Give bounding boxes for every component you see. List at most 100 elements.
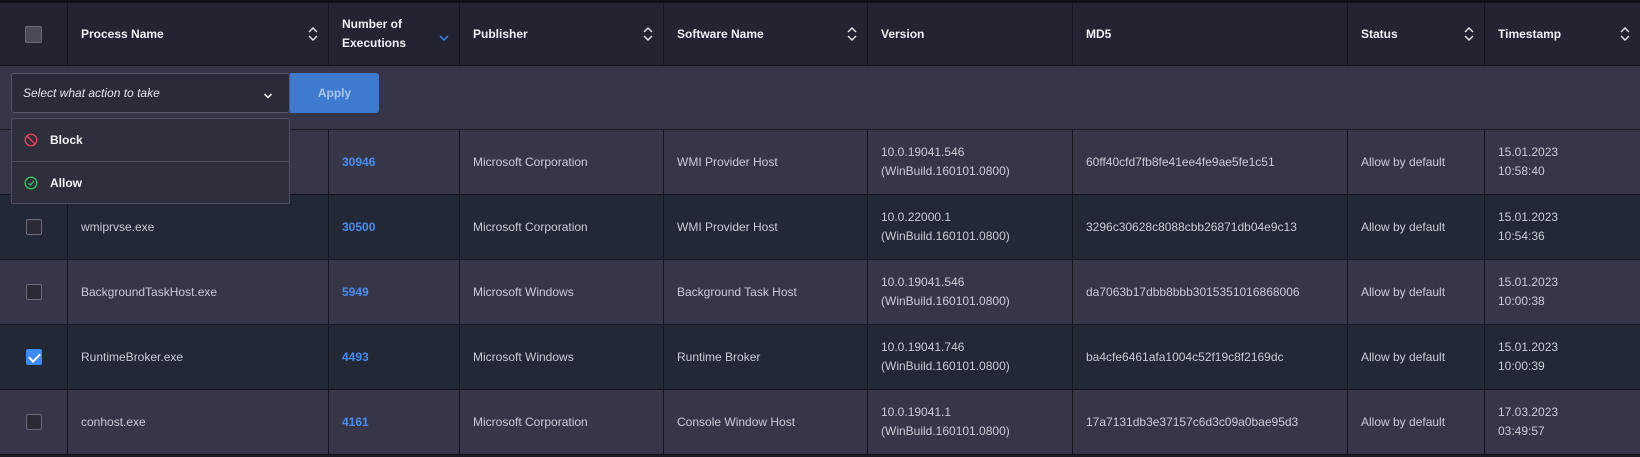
apply-button[interactable]: Apply xyxy=(290,73,379,113)
version-number: 10.0.19041.1 xyxy=(881,405,952,419)
row-checkbox[interactable] xyxy=(25,284,42,300)
software-name-cell: WMI Provider Host xyxy=(664,130,868,194)
executions-link[interactable]: 30946 xyxy=(342,153,375,172)
timestamp-time: 10:58:40 xyxy=(1498,164,1545,178)
column-header-publisher[interactable]: Publisher xyxy=(460,3,664,65)
row-checkbox[interactable] xyxy=(25,414,42,430)
column-header-process-name[interactable]: Process Name xyxy=(68,3,329,65)
column-header-label: Number of xyxy=(342,17,402,31)
version-cell: 10.0.22000.1 (WinBuild.160101.0800) xyxy=(868,195,1073,259)
sort-icon[interactable] xyxy=(643,26,653,42)
publisher-cell: Microsoft Corporation xyxy=(460,130,664,194)
timestamp-date: 17.03.2023 xyxy=(1498,405,1559,419)
timestamp-cell: 15.01.2023 10:00:38 xyxy=(1485,260,1640,324)
sort-icon[interactable] xyxy=(1620,26,1630,42)
version-cell: 10.0.19041.1 (WinBuild.160101.0800) xyxy=(868,390,1073,454)
sort-descending-icon[interactable] xyxy=(439,26,449,42)
menu-item-allow[interactable]: Allow xyxy=(12,161,289,203)
header-select-cell xyxy=(0,3,68,65)
process-name-cell: BackgroundTaskHost.exe xyxy=(68,260,329,324)
version-cell: 10.0.19041.746 (WinBuild.160101.0800) xyxy=(868,325,1073,389)
table-header: Process Name Number of Executions Publis… xyxy=(0,3,1640,66)
column-header-software-name[interactable]: Software Name xyxy=(664,3,868,65)
column-header-label: Publisher xyxy=(473,26,528,41)
column-header-label: Status xyxy=(1361,26,1398,41)
timestamp-date: 15.01.2023 xyxy=(1498,275,1559,289)
column-header-version[interactable]: Version xyxy=(868,3,1073,65)
timestamp-cell: 15.01.2023 10:54:36 xyxy=(1485,195,1640,259)
software-name-cell: Background Task Host xyxy=(664,260,868,324)
version-build: (WinBuild.160101.0800) xyxy=(881,424,1010,438)
timestamp-cell: 15.01.2023 10:00:39 xyxy=(1485,325,1640,389)
executions-link[interactable]: 5949 xyxy=(342,283,369,302)
column-header-executions[interactable]: Number of Executions xyxy=(329,3,460,65)
timestamp-date: 15.01.2023 xyxy=(1498,340,1559,354)
action-select[interactable]: Select what action to take xyxy=(11,73,290,113)
version-cell: 10.0.19041.546 (WinBuild.160101.0800) xyxy=(868,130,1073,194)
table-row[interactable]: BackgroundTaskHost.exe 5949 Microsoft Wi… xyxy=(0,260,1640,325)
version-number: 10.0.19041.546 xyxy=(881,275,965,289)
publisher-cell: Microsoft Corporation xyxy=(460,195,664,259)
version-number: 10.0.22000.1 xyxy=(881,210,952,224)
timestamp-time: 03:49:57 xyxy=(1498,424,1545,438)
version-number: 10.0.19041.746 xyxy=(881,340,965,354)
column-header-md5[interactable]: MD5 xyxy=(1073,3,1348,65)
status-cell: Allow by default xyxy=(1348,390,1485,454)
column-header-label: Timestamp xyxy=(1498,26,1562,41)
software-name-cell: WMI Provider Host xyxy=(664,195,868,259)
column-header-label: Version xyxy=(881,26,925,41)
md5-cell: 3296c30628c8088cbb26871db04e9c13 xyxy=(1073,195,1348,259)
action-select-placeholder: Select what action to take xyxy=(23,86,160,100)
block-icon xyxy=(24,133,38,147)
process-name-cell: conhost.exe xyxy=(68,390,329,454)
executions-link[interactable]: 30500 xyxy=(342,218,375,237)
column-header-label: Process Name xyxy=(81,26,164,41)
timestamp-time: 10:00:38 xyxy=(1498,294,1545,308)
executions-link[interactable]: 4493 xyxy=(342,348,369,367)
md5-cell: ba4cfe6461afa1004c52f19c8f2169dc xyxy=(1073,325,1348,389)
chevron-down-icon xyxy=(263,89,273,103)
select-all-checkbox[interactable] xyxy=(25,25,42,43)
md5-cell: 60ff40cfd7fb8fe41ee4fe9ae5fe1c51 xyxy=(1073,130,1348,194)
table-row[interactable]: wmiprvse.exe 30500 Microsoft Corporation… xyxy=(0,195,1640,260)
md5-cell: 17a7131db3e37157c6d3c09a0bae95d3 xyxy=(1073,390,1348,454)
column-header-label: Software Name xyxy=(677,26,764,41)
md5-cell: da7063b17dbb8bbb3015351016868006 xyxy=(1073,260,1348,324)
process-name-cell: wmiprvse.exe xyxy=(68,195,329,259)
sort-icon[interactable] xyxy=(1464,26,1474,42)
version-build: (WinBuild.160101.0800) xyxy=(881,294,1010,308)
status-cell: Allow by default xyxy=(1348,130,1485,194)
status-cell: Allow by default xyxy=(1348,195,1485,259)
version-build: (WinBuild.160101.0800) xyxy=(881,229,1010,243)
row-checkbox-checked[interactable] xyxy=(25,349,42,365)
publisher-cell: Microsoft Windows xyxy=(460,325,664,389)
sort-icon[interactable] xyxy=(847,26,857,42)
check-circle-icon xyxy=(24,175,38,190)
version-build: (WinBuild.160101.0800) xyxy=(881,164,1010,178)
executions-link[interactable]: 4161 xyxy=(342,413,369,432)
table-row[interactable]: conhost.exe 4161 Microsoft Corporation C… xyxy=(0,390,1640,455)
timestamp-time: 10:54:36 xyxy=(1498,229,1545,243)
table-row[interactable]: RuntimeBroker.exe 4493 Microsoft Windows… xyxy=(0,325,1640,390)
status-cell: Allow by default xyxy=(1348,260,1485,324)
menu-item-label: Block xyxy=(50,133,83,147)
publisher-cell: Microsoft Windows xyxy=(460,260,664,324)
version-number: 10.0.19041.546 xyxy=(881,145,965,159)
column-header-label: Executions xyxy=(342,36,407,50)
menu-item-label: Allow xyxy=(50,175,82,190)
timestamp-date: 15.01.2023 xyxy=(1498,145,1559,159)
timestamp-date: 15.01.2023 xyxy=(1498,210,1559,224)
version-cell: 10.0.19041.546 (WinBuild.160101.0800) xyxy=(868,260,1073,324)
status-cell: Allow by default xyxy=(1348,325,1485,389)
action-dropdown-menu: Block Allow xyxy=(11,118,290,204)
row-checkbox[interactable] xyxy=(25,219,42,235)
menu-item-block[interactable]: Block xyxy=(12,119,289,161)
sort-icon[interactable] xyxy=(308,26,318,42)
software-name-cell: Runtime Broker xyxy=(664,325,868,389)
processes-table: Process Name Number of Executions Publis… xyxy=(0,3,1640,455)
column-header-status[interactable]: Status xyxy=(1348,3,1485,65)
column-header-timestamp[interactable]: Timestamp xyxy=(1485,3,1640,65)
version-build: (WinBuild.160101.0800) xyxy=(881,359,1010,373)
timestamp-time: 10:00:39 xyxy=(1498,359,1545,373)
publisher-cell: Microsoft Corporation xyxy=(460,390,664,454)
